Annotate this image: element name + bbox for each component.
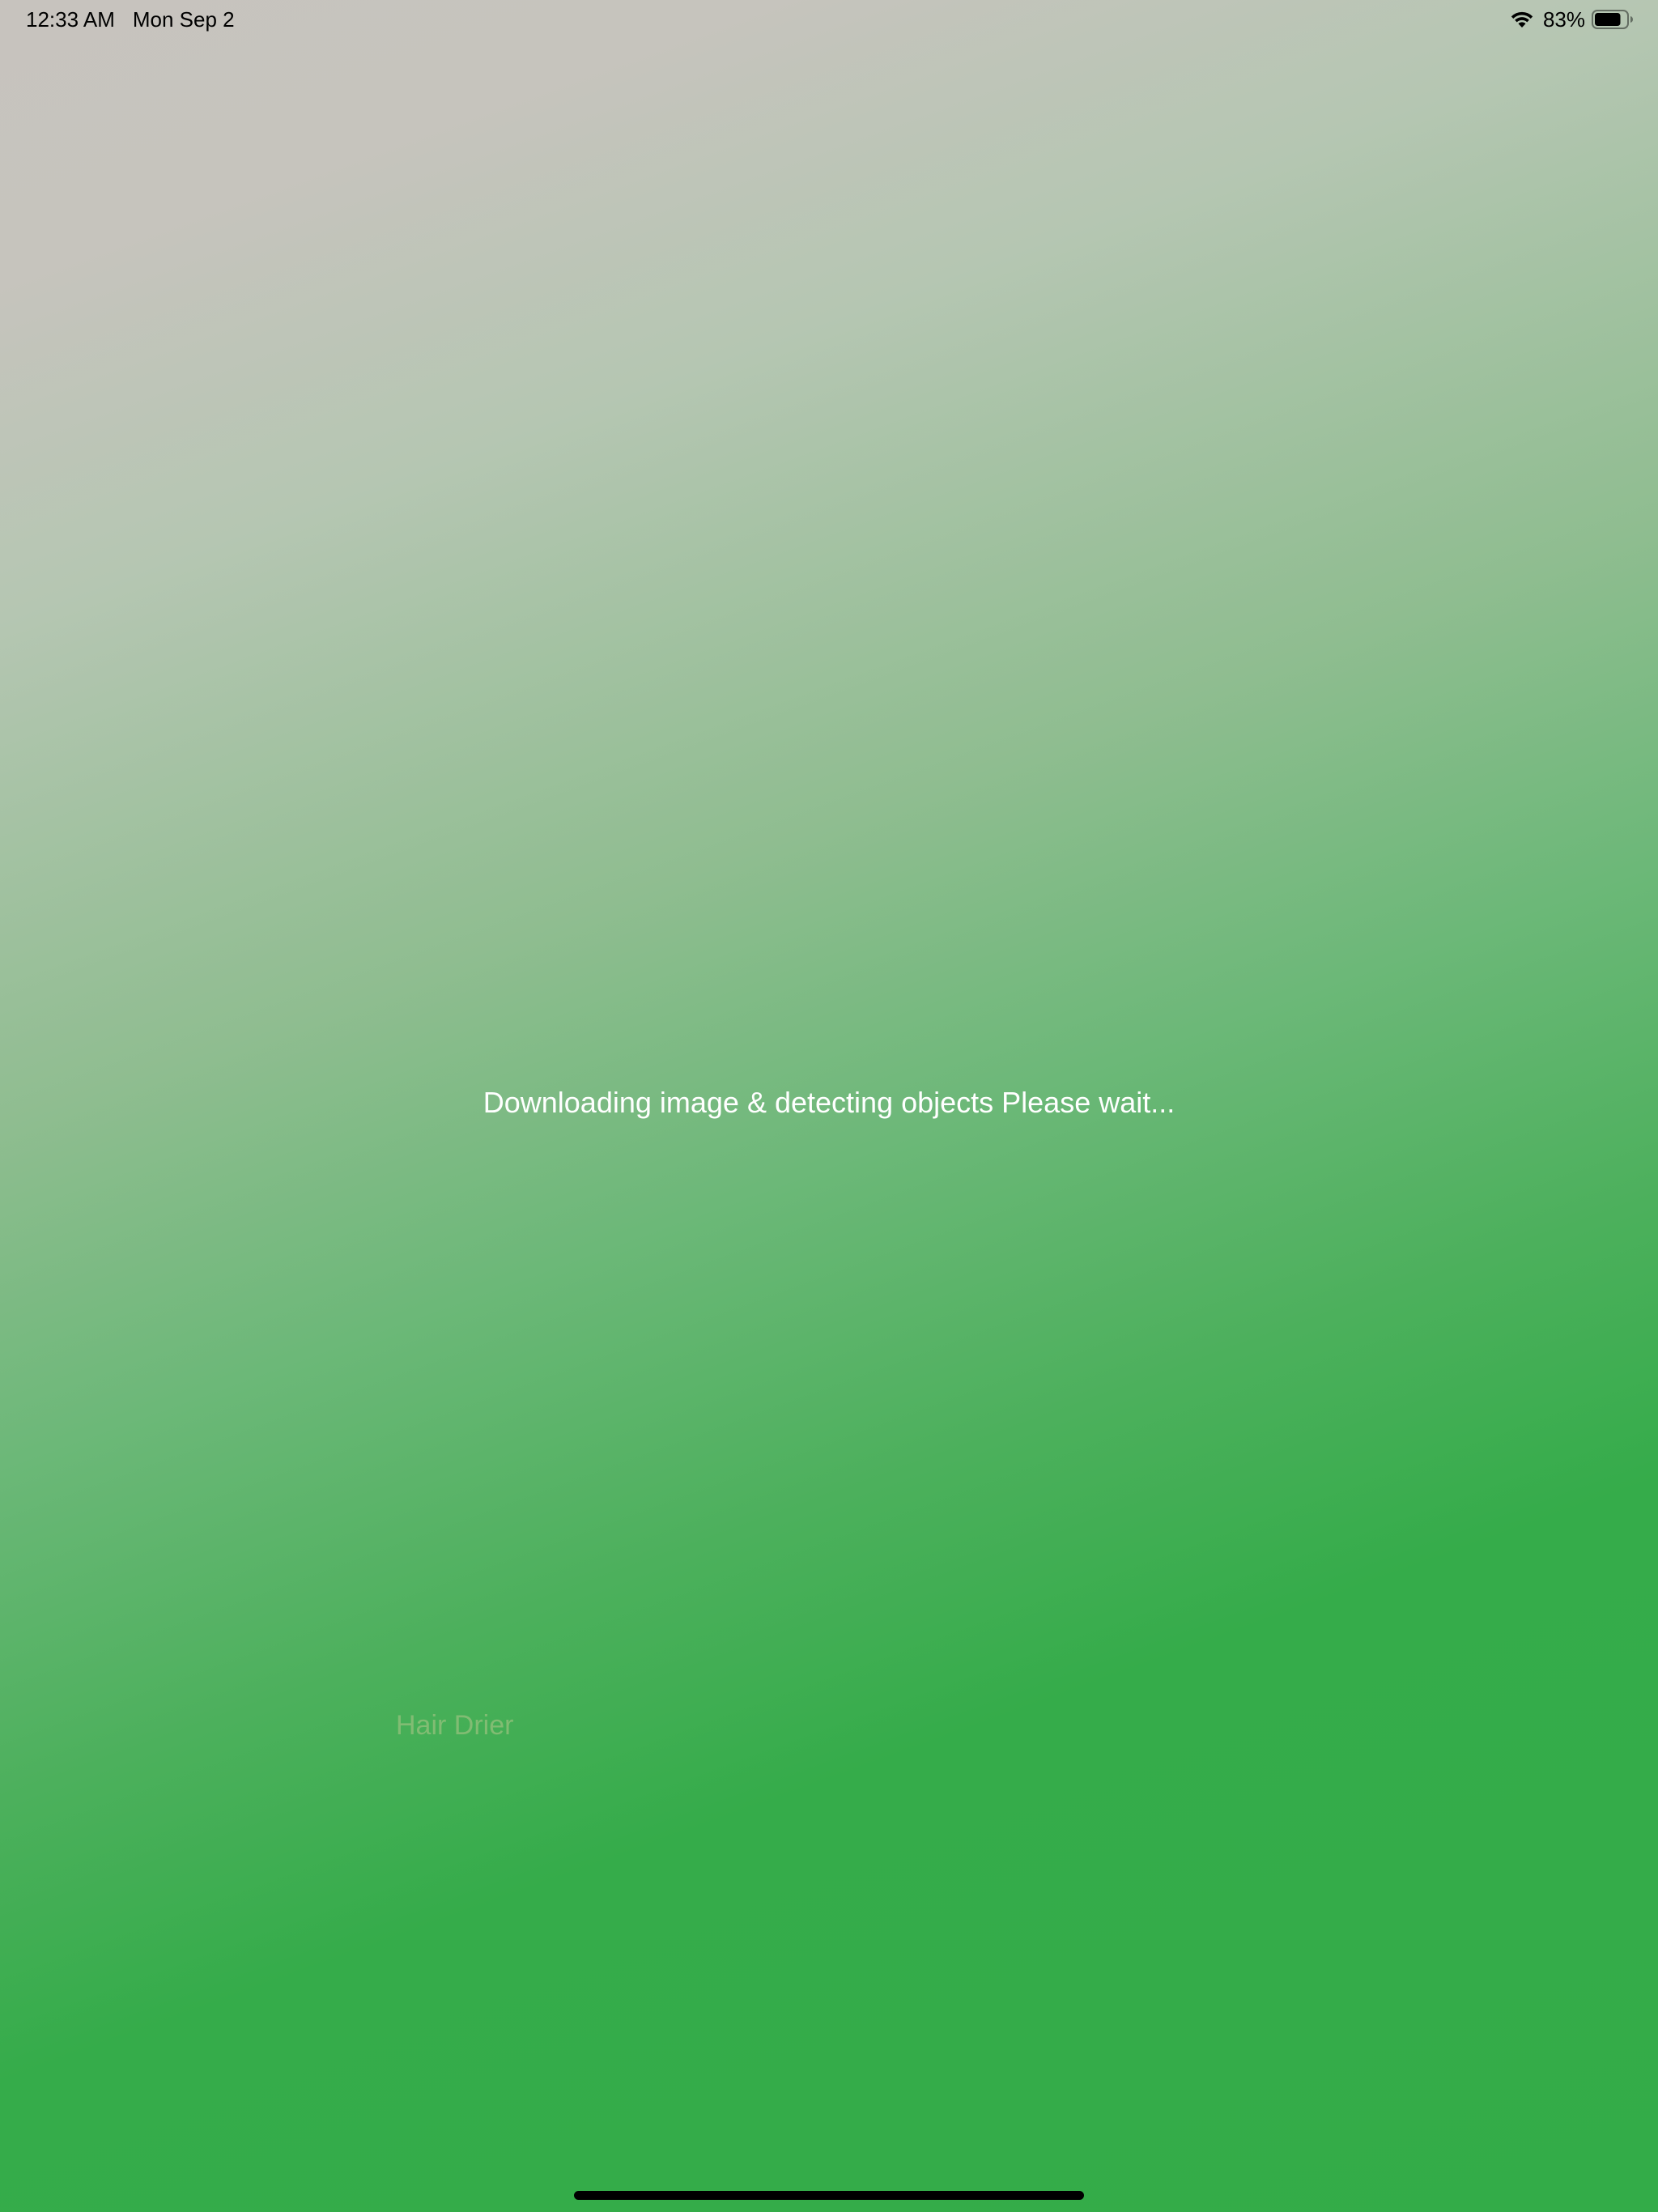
status-right: 83% xyxy=(1509,6,1634,32)
battery-icon xyxy=(1592,10,1633,29)
home-indicator[interactable] xyxy=(574,2191,1084,2200)
wifi-icon xyxy=(1511,11,1533,28)
status-bar: 12:33 AM Mon Sep 2 83% xyxy=(0,0,1658,39)
loading-message: Downloading image & detecting objects Pl… xyxy=(483,1086,1175,1119)
status-time: 12:33 AM xyxy=(26,7,115,32)
object-label: Hair Drier xyxy=(396,1710,514,1741)
battery-percent: 83% xyxy=(1542,6,1585,32)
status-left: 12:33 AM Mon Sep 2 xyxy=(26,6,235,32)
status-date: Mon Sep 2 xyxy=(132,7,235,32)
